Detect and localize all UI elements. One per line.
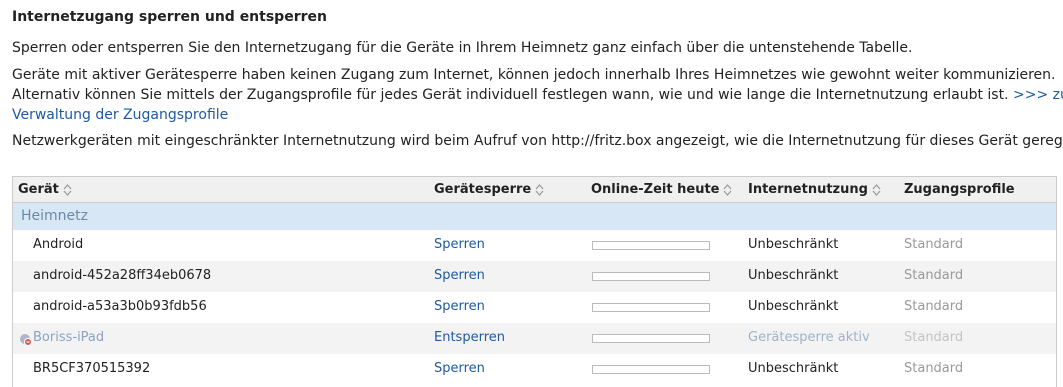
intro-text-2: Geräte mit aktiver Gerätesperre haben ke…: [12, 65, 1063, 125]
intro-text-2-line3: Verwaltung der Zugangsprofile: [12, 105, 1063, 125]
col-profile-label: Zugangsprofile: [904, 182, 1015, 197]
intro-text-3: Netzwerkgeräten mit eingeschränkter Inte…: [12, 133, 1063, 149]
table-header: Gerät Gerätesperre Online-Zeit heute Int…: [13, 177, 1056, 203]
col-online-time-header[interactable]: Online-Zeit heute: [591, 182, 732, 197]
usage-status: Unbeschränkt: [748, 237, 839, 252]
online-time-bar: [592, 365, 710, 374]
table-row: Boriss-iPad Entsperren Gerätesperre akti…: [13, 323, 1056, 354]
lock-toggle-link[interactable]: Sperren: [434, 361, 485, 376]
usage-status: Unbeschränkt: [748, 268, 839, 283]
lock-toggle-link[interactable]: Sperren: [434, 268, 485, 283]
profile-select[interactable]: Standard: [904, 361, 963, 376]
page-title: Internetzugang sperren und entsperren: [12, 9, 327, 25]
col-usage-header[interactable]: Internetnutzung: [748, 182, 881, 197]
lock-toggle-link[interactable]: Sperren: [434, 237, 485, 252]
col-profile-header: Zugangsprofile: [904, 182, 1015, 197]
sort-icon: [724, 183, 732, 196]
usage-status: Unbeschränkt: [748, 299, 839, 314]
online-time-bar: [592, 272, 710, 281]
col-lock-header[interactable]: Gerätesperre: [434, 182, 544, 197]
table-row: Android Sperren Unbeschränkt Standard: [13, 230, 1056, 261]
intro-text-2-line2-text: Alternativ können Sie mittels der Zugang…: [12, 87, 1009, 103]
table-row: android-452a28ff34eb0678 Sperren Unbesch…: [13, 261, 1056, 292]
page: Internetzugang sperren und entsperren Sp…: [0, 0, 1063, 387]
device-name: BR5CF370515392: [33, 361, 151, 376]
intro-text-1: Sperren oder entsperren Sie den Internet…: [12, 40, 913, 56]
group-label: Heimnetz: [21, 208, 88, 224]
col-usage-label: Internetnutzung: [748, 182, 868, 197]
table-row: BR5CF370515392 Sperren Unbeschränkt Stan…: [13, 354, 1056, 385]
usage-status: Unbeschränkt: [748, 361, 839, 376]
profile-select: Standard: [904, 330, 964, 345]
usage-status: Gerätesperre aktiv: [748, 330, 870, 345]
device-name[interactable]: Boriss-iPad: [33, 330, 104, 345]
online-time-bar: [592, 303, 710, 312]
col-device-header[interactable]: Gerät: [18, 182, 72, 197]
sort-icon: [535, 183, 544, 196]
device-name: android-452a28ff34eb0678: [33, 268, 212, 283]
profile-select[interactable]: Standard: [904, 299, 963, 314]
intro-text-2-line2: Alternativ können Sie mittels der Zugang…: [12, 85, 1063, 105]
profiles-link-part1[interactable]: >>> zur: [1013, 87, 1063, 103]
blocked-device-icon: [20, 334, 32, 346]
intro-text-2-line1: Geräte mit aktiver Gerätesperre haben ke…: [12, 67, 1056, 83]
table-row: android-a53a3b0b93fdb56 Sperren Unbeschr…: [13, 292, 1056, 323]
col-online-time-label: Online-Zeit heute: [591, 182, 720, 197]
online-time-bar: [592, 241, 710, 250]
device-name: Android: [33, 237, 84, 252]
lock-toggle-link[interactable]: Entsperren: [434, 330, 505, 345]
device-name: android-a53a3b0b93fdb56: [33, 299, 207, 314]
lock-toggle-link[interactable]: Sperren: [434, 299, 485, 314]
profile-select[interactable]: Standard: [904, 268, 963, 283]
col-lock-label: Gerätesperre: [434, 182, 532, 197]
sort-icon: [872, 183, 881, 196]
device-table: Gerät Gerätesperre Online-Zeit heute Int…: [12, 176, 1057, 387]
col-device-label: Gerät: [18, 182, 59, 197]
profile-select[interactable]: Standard: [904, 237, 963, 252]
sort-icon: [63, 183, 72, 196]
group-row-heimnetz: Heimnetz: [13, 203, 1056, 230]
profiles-link-part2[interactable]: Verwaltung der Zugangsprofile: [12, 107, 228, 123]
online-time-bar: [592, 334, 710, 343]
